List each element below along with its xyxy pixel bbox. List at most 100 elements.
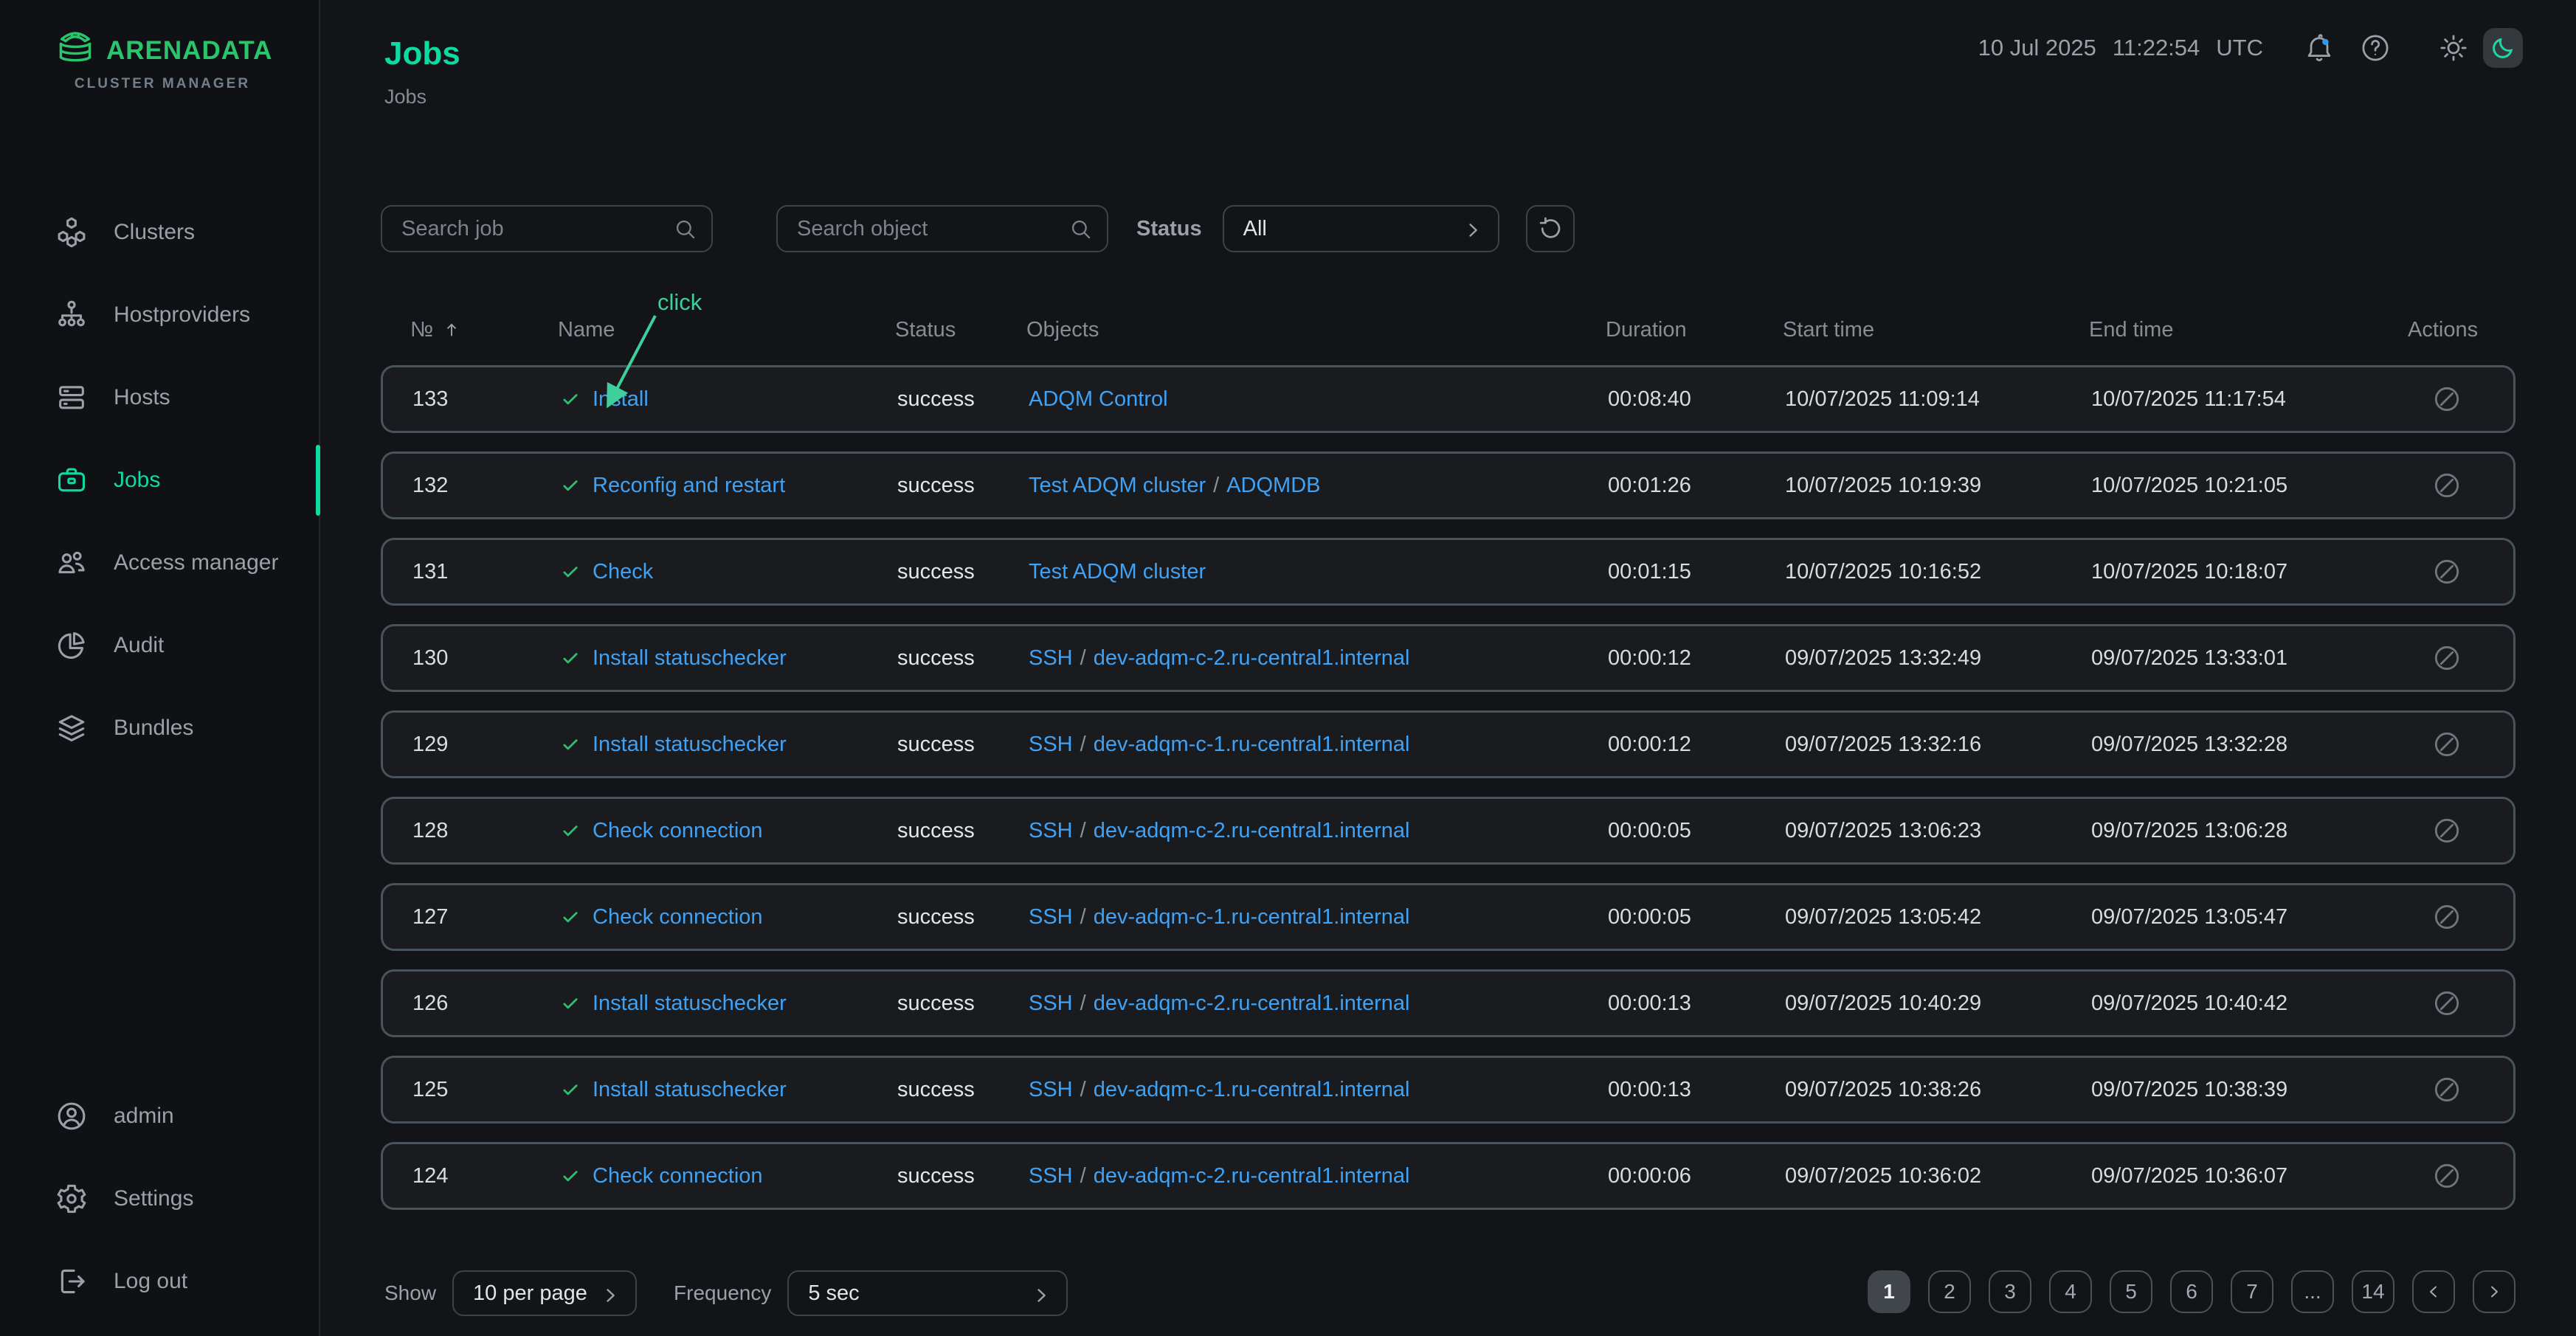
object-link[interactable]: dev-adqm-c-1.ru-central1.internal bbox=[1094, 733, 1410, 756]
page-ellipsis-button[interactable]: ... bbox=[2291, 1270, 2334, 1313]
job-actions bbox=[2410, 815, 2484, 846]
action-disabled-icon[interactable] bbox=[2431, 988, 2462, 1019]
dark-theme-moon-icon[interactable] bbox=[2483, 28, 2523, 68]
job-name-link[interactable]: Install statuschecker bbox=[593, 1078, 787, 1102]
object-link[interactable]: ADQMDB bbox=[1226, 474, 1320, 497]
search-icon bbox=[673, 217, 698, 242]
object-link[interactable]: SSH bbox=[1029, 1078, 1073, 1101]
job-start-time: 09/07/2025 13:32:16 bbox=[1785, 733, 2091, 757]
job-actions bbox=[2410, 1160, 2484, 1191]
job-start-time: 10/07/2025 10:16:52 bbox=[1785, 560, 2091, 584]
job-name-link[interactable]: Install statuschecker bbox=[593, 646, 787, 671]
object-link[interactable]: SSH bbox=[1029, 905, 1073, 929]
object-link[interactable]: dev-adqm-c-1.ru-central1.internal bbox=[1094, 905, 1410, 929]
status-filter-select[interactable]: All bbox=[1223, 205, 1499, 252]
object-separator: / bbox=[1073, 646, 1094, 670]
column-header-№: № bbox=[410, 318, 558, 342]
object-link[interactable]: Test ADQM cluster bbox=[1029, 474, 1206, 497]
job-number: 125 bbox=[412, 1078, 560, 1102]
next-page-button[interactable] bbox=[2473, 1270, 2515, 1313]
sidebar-item-label: Access manager bbox=[114, 550, 278, 575]
page-button-6[interactable]: 6 bbox=[2170, 1270, 2213, 1313]
help-icon[interactable] bbox=[2356, 29, 2394, 67]
job-name-link[interactable]: Install statuschecker bbox=[593, 733, 787, 757]
object-separator: / bbox=[1206, 474, 1226, 497]
sidebar-item-logout[interactable]: Log out bbox=[0, 1240, 319, 1323]
hosts-icon bbox=[55, 381, 89, 415]
object-link[interactable]: dev-adqm-c-2.ru-central1.internal bbox=[1094, 646, 1410, 670]
sidebar-item-label: Audit bbox=[114, 633, 164, 658]
sidebar-item-settings[interactable]: Settings bbox=[0, 1157, 319, 1240]
sidebar-item-label: admin bbox=[114, 1104, 174, 1129]
job-name-link[interactable]: Check connection bbox=[593, 905, 763, 930]
sidebar-item-clusters[interactable]: Clusters bbox=[0, 191, 319, 274]
object-link[interactable]: dev-adqm-c-2.ru-central1.internal bbox=[1094, 1164, 1410, 1188]
chevron-left-icon bbox=[2425, 1283, 2442, 1301]
search-job-input[interactable] bbox=[382, 207, 711, 251]
per-page-select[interactable]: 10 per page bbox=[452, 1270, 637, 1316]
page-button-1[interactable]: 1 bbox=[1868, 1270, 1910, 1313]
refresh-button[interactable] bbox=[1526, 205, 1575, 252]
action-disabled-icon[interactable] bbox=[2431, 1160, 2462, 1191]
frequency-value: 5 sec bbox=[808, 1281, 859, 1306]
search-object-input[interactable] bbox=[778, 207, 1107, 251]
sidebar-item-bundles[interactable]: Bundles bbox=[0, 687, 319, 769]
action-disabled-icon[interactable] bbox=[2431, 729, 2462, 760]
sidebar-item-admin[interactable]: admin bbox=[0, 1075, 319, 1157]
page-button-3[interactable]: 3 bbox=[1989, 1270, 2031, 1313]
page-button-4[interactable]: 4 bbox=[2049, 1270, 2092, 1313]
sidebar-item-jobs[interactable]: Jobs bbox=[0, 439, 319, 522]
object-link[interactable]: SSH bbox=[1029, 991, 1073, 1015]
action-disabled-icon[interactable] bbox=[2431, 815, 2462, 846]
object-separator: / bbox=[1073, 819, 1094, 842]
action-disabled-icon[interactable] bbox=[2431, 901, 2462, 932]
action-disabled-icon[interactable] bbox=[2431, 643, 2462, 674]
page-button-7[interactable]: 7 bbox=[2231, 1270, 2273, 1313]
sort-ascending-icon[interactable] bbox=[442, 320, 461, 339]
job-status: success bbox=[897, 387, 1029, 412]
sidebar-item-audit[interactable]: Audit bbox=[0, 604, 319, 687]
action-disabled-icon[interactable] bbox=[2431, 1074, 2462, 1105]
sidebar-item-access-manager[interactable]: Access manager bbox=[0, 522, 319, 604]
job-start-time: 09/07/2025 10:38:26 bbox=[1785, 1078, 2091, 1102]
sidebar-item-hostproviders[interactable]: Hostproviders bbox=[0, 274, 319, 356]
frequency-select[interactable]: 5 sec bbox=[787, 1270, 1068, 1316]
job-duration: 00:00:05 bbox=[1608, 905, 1785, 930]
sidebar-item-label: Hosts bbox=[114, 385, 170, 410]
object-link[interactable]: SSH bbox=[1029, 819, 1073, 842]
object-link[interactable]: ADQM Control bbox=[1029, 387, 1168, 411]
page-button-2[interactable]: 2 bbox=[1928, 1270, 1971, 1313]
job-start-time: 09/07/2025 13:06:23 bbox=[1785, 819, 2091, 843]
object-link[interactable]: dev-adqm-c-1.ru-central1.internal bbox=[1094, 1078, 1410, 1101]
table-row: 129Install statuscheckersuccessSSH/dev-a… bbox=[381, 710, 2515, 778]
job-name-link[interactable]: Check connection bbox=[593, 1164, 763, 1188]
action-disabled-icon[interactable] bbox=[2431, 556, 2462, 587]
job-status: success bbox=[897, 560, 1029, 584]
status-filter-label: Status bbox=[1136, 217, 1202, 241]
object-link[interactable]: SSH bbox=[1029, 733, 1073, 756]
page-button-5[interactable]: 5 bbox=[2110, 1270, 2152, 1313]
page-button-14[interactable]: 14 bbox=[2352, 1270, 2394, 1313]
object-link[interactable]: SSH bbox=[1029, 646, 1073, 670]
sidebar-item-hosts[interactable]: Hosts bbox=[0, 356, 319, 439]
previous-page-button[interactable] bbox=[2412, 1270, 2455, 1313]
job-name-link[interactable]: Install bbox=[593, 387, 649, 412]
job-name-link[interactable]: Install statuschecker bbox=[593, 991, 787, 1016]
sidebar-item-label: Clusters bbox=[114, 220, 195, 245]
object-link[interactable]: SSH bbox=[1029, 1164, 1073, 1188]
job-duration: 00:00:12 bbox=[1608, 733, 1785, 757]
brand-subtitle: CLUSTER MANAGER bbox=[52, 76, 273, 92]
light-theme-sun-icon[interactable] bbox=[2434, 29, 2473, 67]
object-link[interactable]: dev-adqm-c-2.ru-central1.internal bbox=[1094, 819, 1410, 842]
job-name-link[interactable]: Check connection bbox=[593, 819, 763, 843]
object-link[interactable]: dev-adqm-c-2.ru-central1.internal bbox=[1094, 991, 1410, 1015]
object-link[interactable]: Test ADQM cluster bbox=[1029, 560, 1206, 584]
search-object-box bbox=[776, 205, 1108, 252]
action-disabled-icon[interactable] bbox=[2431, 470, 2462, 501]
job-name-link[interactable]: Check bbox=[593, 560, 653, 584]
table-row: 130Install statuscheckersuccessSSH/dev-a… bbox=[381, 624, 2515, 692]
job-end-time: 09/07/2025 10:38:39 bbox=[2091, 1078, 2410, 1102]
action-disabled-icon[interactable] bbox=[2431, 384, 2462, 415]
notifications-bell-icon[interactable] bbox=[2300, 29, 2338, 67]
job-name-link[interactable]: Reconfig and restart bbox=[593, 474, 785, 498]
